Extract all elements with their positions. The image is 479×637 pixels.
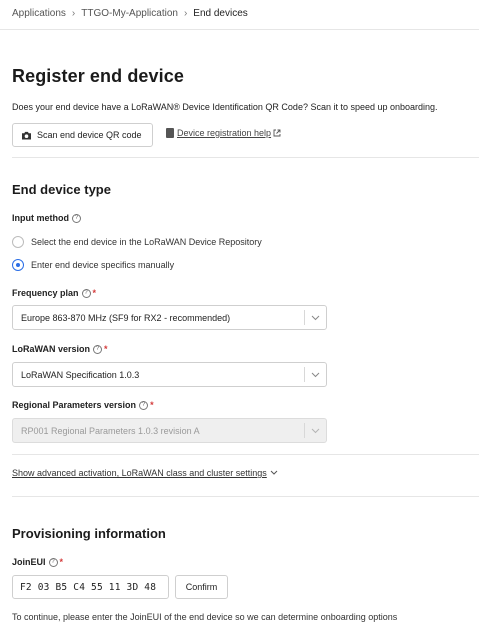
radio-button[interactable] [12,236,24,248]
show-advanced-settings-link[interactable]: Show advanced activation, LoRaWAN class … [12,468,278,478]
book-icon [166,128,174,138]
radio-button-selected[interactable] [12,259,24,271]
device-registration-help-link[interactable]: Device registration help [166,128,281,138]
regional-parameters-value: RP001 Regional Parameters 1.0.3 revision… [21,425,200,436]
joineui-label-text: JoinEUI [12,557,46,567]
chevron-down-icon [304,367,326,382]
section-title-provisioning: Provisioning information [12,526,166,541]
input-method-label-text: Input method [12,213,69,223]
chevron-down-icon [304,423,326,438]
radio-enter-manually[interactable]: Enter end device specifics manually [12,259,174,271]
regional-parameters-label: Regional Parameters version ? * [12,400,154,410]
help-icon[interactable]: ? [81,288,91,298]
breadcrumb-applications[interactable]: Applications [12,8,66,19]
section-title-end-device-type: End device type [12,182,111,197]
lorawan-version-label-text: LoRaWAN version [12,344,91,354]
regional-parameters-label-text: Regional Parameters version [12,400,137,410]
section-divider [12,157,479,158]
help-icon[interactable]: ? [72,213,81,223]
external-link-icon [273,129,281,137]
section-divider [12,454,479,455]
joineui-label: JoinEUI ? * [12,557,63,567]
required-marker: * [92,288,97,298]
frequency-plan-label-text: Frequency plan [12,288,79,298]
radio-device-repository[interactable]: Select the end device in the LoRaWAN Dev… [12,236,262,248]
required-marker: * [150,400,154,410]
radio-label: Select the end device in the LoRaWAN Dev… [31,237,262,247]
help-icon[interactable]: ? [48,557,58,567]
help-icon[interactable]: ? [93,344,103,354]
breadcrumb-application[interactable]: TTGO-My-Application [81,8,178,19]
chevron-down-icon [304,310,326,325]
header-divider [0,29,479,30]
regional-parameters-select: RP001 Regional Parameters 1.0.3 revision… [12,418,327,443]
camera-icon [22,131,31,140]
page-title: Register end device [12,66,184,86]
joineui-instruction: To continue, please enter the JoinEUI of… [12,612,398,622]
lorawan-version-select[interactable]: LoRaWAN Specification 1.0.3 [12,362,327,387]
intro-text: Does your end device have a LoRaWAN® Dev… [12,102,438,112]
radio-label: Enter end device specifics manually [31,260,175,270]
help-icon[interactable]: ? [139,400,149,410]
scan-qr-label: Scan end device QR code [37,130,142,140]
lorawan-version-label: LoRaWAN version ? * [12,344,108,354]
joineui-input[interactable]: F2 03 B5 C4 55 11 3D 48 [12,575,169,599]
help-link-label: Device registration help [177,128,272,138]
section-divider [12,496,479,497]
advanced-link-label: Show advanced activation, LoRaWAN class … [12,468,267,478]
chevron-down-icon [270,470,278,475]
input-method-label: Input method ? [12,213,81,223]
breadcrumb-end-devices: End devices [193,7,248,19]
frequency-plan-label: Frequency plan ? * [12,288,96,298]
frequency-plan-select[interactable]: Europe 863-870 MHz (SF9 for RX2 - recomm… [12,305,327,330]
frequency-plan-value: Europe 863-870 MHz (SF9 for RX2 - recomm… [21,312,231,323]
chevron-right-icon: › [71,7,76,19]
breadcrumb: Applications › TTGO-My-Application › End… [12,6,248,20]
lorawan-version-value: LoRaWAN Specification 1.0.3 [21,369,140,380]
required-marker: * [104,344,108,354]
required-marker: * [59,557,64,567]
chevron-right-icon: › [183,7,188,19]
confirm-button[interactable]: Confirm [175,575,228,599]
scan-qr-button[interactable]: Scan end device QR code [12,123,153,147]
